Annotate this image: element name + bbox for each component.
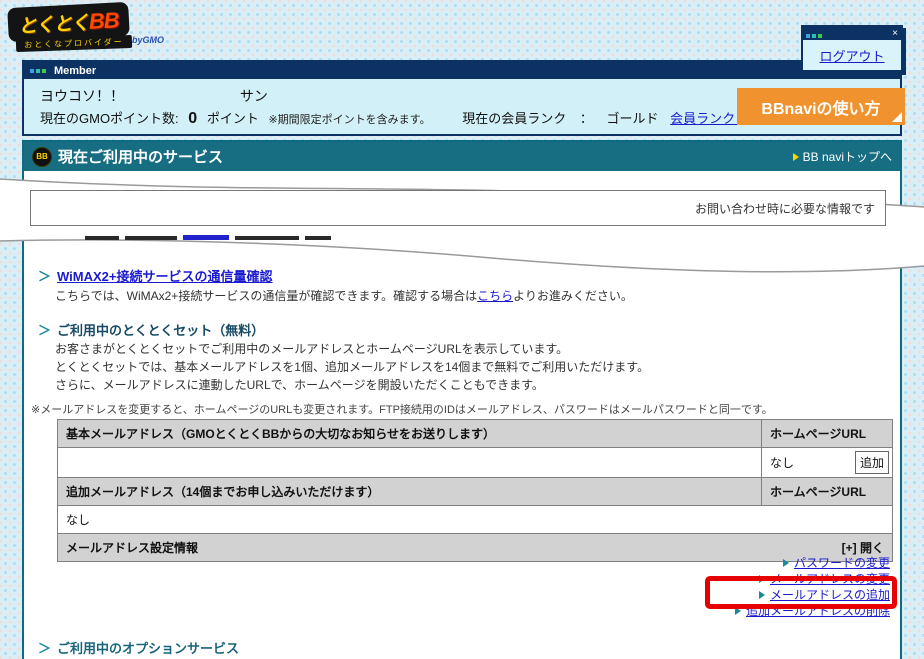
tokutoku-line-3: さらに、メールアドレスに連動したURLで、ホームページを開設いただくこともできま… [55, 376, 544, 393]
text-fragment [235, 236, 299, 240]
wimax-section-heading: ＞ WiMAX2+接続サービスの通信量確認 [38, 266, 273, 285]
list-item: メールアドレスの追加 [600, 587, 890, 603]
welcome-suffix: サン [240, 88, 268, 104]
homepage-url-cell: なし 追加 [762, 448, 893, 478]
close-icon[interactable]: × [892, 29, 898, 39]
basic-mail-value [58, 448, 762, 478]
rank-value: ゴールド [607, 111, 659, 126]
basic-mail-header: 基本メールアドレス（GMOとくとくBBからの大切なお知らせをお送りします） [58, 420, 762, 448]
logo-bygmo: byGMO [132, 35, 164, 45]
bbnavi-top-link[interactable]: BB naviトップへ [793, 148, 892, 165]
wimax-description: こちらでは、WiMAx2+接続サービスの通信量が確認できます。確認する場合はこち… [55, 287, 633, 304]
link-fragment [183, 235, 229, 240]
gt-marker: ＞ [38, 641, 51, 656]
option-section-heading: ＞ ご利用中のオプションサービス [38, 638, 239, 657]
tokutoku-line-1: お客さまがとくとくセットでご利用中のメールアドレスとホームページURLを表示して… [55, 340, 568, 357]
member-bar-title: Member [54, 65, 96, 77]
list-item: パスワードの変更 [600, 555, 890, 571]
add-mail-link[interactable]: メールアドレスの追加 [770, 588, 890, 602]
current-services-header: BB 現在ご利用中のサービス BB naviトップへ [24, 142, 900, 171]
points-unit: ポイント [207, 111, 259, 126]
mail-quick-links: パスワードの変更 メールアドレスの変更 メールアドレスの追加 追加メールアドレス… [600, 555, 890, 619]
window-dots-icon [30, 69, 48, 73]
points-line: 現在のGMOポイント数: 0 ポイント ※期間限定ポイントを含みます。 現在の会… [40, 108, 761, 128]
add-url-button[interactable]: 追加 [855, 451, 889, 474]
option-heading-text: ご利用中のオプションサービス [57, 641, 239, 656]
delete-additional-mail-link[interactable]: 追加メールアドレスの削除 [746, 604, 890, 618]
logo-tagline: おとくなプロバイダー [16, 35, 132, 52]
triangle-icon [793, 153, 799, 161]
wimax-desc-before: こちらでは、WiMAx2+接続サービスの通信量が確認できます。確認する場合は [55, 289, 477, 303]
wimax-usage-link[interactable]: WiMAX2+接続サービスの通信量確認 [57, 269, 272, 284]
points-value: 0 [188, 110, 197, 127]
rank-label: 現在の会員ランク [462, 111, 566, 126]
rank-separator: ： [580, 111, 593, 126]
additional-mail-header: 追加メールアドレス（14個までお申し込みいただけます） [58, 478, 762, 506]
triangle-icon [759, 575, 765, 583]
table-row: なし 追加 [58, 448, 893, 478]
table-row: なし [58, 506, 893, 534]
triangle-icon [783, 559, 789, 567]
list-item: メールアドレスの変更 [600, 571, 890, 587]
bbnavi-guide-label: BBnaviの使い方 [761, 101, 880, 118]
bbnavi-top-label: BB naviトップへ [803, 148, 892, 165]
list-item: 追加メールアドレスの削除 [600, 603, 890, 619]
contact-info-notice-box: お問い合わせ時に必要な情報です [30, 190, 886, 226]
bb-circle-icon: BB [32, 147, 52, 167]
table-row: 追加メールアドレス（14個までお申し込みいただけます） ホームページURL [58, 478, 893, 506]
logout-link[interactable]: ログアウト [819, 46, 884, 65]
homepage-url-header: ホームページURL [762, 420, 893, 448]
triangle-icon [759, 591, 765, 599]
text-fragment [85, 236, 119, 240]
gt-marker: ＞ [38, 323, 51, 338]
expand-toggle[interactable]: [+] 開く [842, 539, 884, 556]
logo-text-bb: BB [88, 7, 119, 34]
contact-info-notice-text: お問い合わせ時に必要な情報です [695, 200, 875, 217]
points-note: ※期間限定ポイントを含みます。 [268, 114, 430, 126]
text-fragment [125, 236, 177, 240]
corner-triangle-icon [892, 112, 902, 122]
additional-mail-value: なし [58, 506, 893, 534]
member-panel-titlebar: Member [24, 62, 900, 79]
triangle-icon [735, 607, 741, 615]
homepage-url-header: ホームページURL [762, 478, 893, 506]
obscured-text-fragment [85, 235, 337, 240]
welcome-text: ヨウコソ！！ [40, 88, 124, 104]
logout-window-titlebar: × [803, 27, 901, 40]
tokutoku-line-2: とくとくセットでは、基本メールアドレスを1個、追加メールアドレスを14個まで無料… [55, 358, 649, 375]
logo-text-tokutoku: とくとく [18, 13, 90, 38]
bbnavi-page: とくとくBB おとくなプロバイダー byGMO × ログアウト Member ヨ… [0, 0, 924, 659]
change-password-link[interactable]: パスワードの変更 [794, 556, 890, 570]
wimax-desc-after: よりお進みください。 [513, 289, 633, 303]
current-services-title: 現在ご利用中のサービス [58, 146, 223, 167]
window-dots-icon [806, 25, 824, 43]
mail-settings-label: メールアドレス設定情報 [66, 539, 198, 556]
wimax-here-link[interactable]: こちら [477, 289, 513, 303]
change-mail-link[interactable]: メールアドレスの変更 [770, 572, 890, 586]
welcome-line: ヨウコソ！！ サン [40, 86, 268, 106]
tokutoku-heading-text: ご利用中のとくとくセット（無料） [57, 323, 264, 338]
mail-address-table: 基本メールアドレス（GMOとくとくBBからの大切なお知らせをお送りします） ホー… [57, 419, 893, 562]
mail-change-note: ※メールアドレスを変更すると、ホームページのURLも変更されます。FTP接続用の… [31, 401, 773, 417]
gt-marker: ＞ [38, 269, 51, 284]
points-label: 現在のGMOポイント数: [40, 111, 179, 126]
bbnavi-guide-button[interactable]: BBnaviの使い方 [737, 88, 905, 125]
homepage-url-value: なし [770, 456, 794, 470]
text-fragment [305, 236, 331, 240]
tokutoku-section-heading: ＞ ご利用中のとくとくセット（無料） [38, 320, 264, 339]
table-row: 基本メールアドレス（GMOとくとくBBからの大切なお知らせをお送りします） ホー… [58, 420, 893, 448]
tokutoku-bb-logo: とくとくBB おとくなプロバイダー byGMO [8, 5, 132, 50]
logout-window: × ログアウト [801, 25, 903, 72]
